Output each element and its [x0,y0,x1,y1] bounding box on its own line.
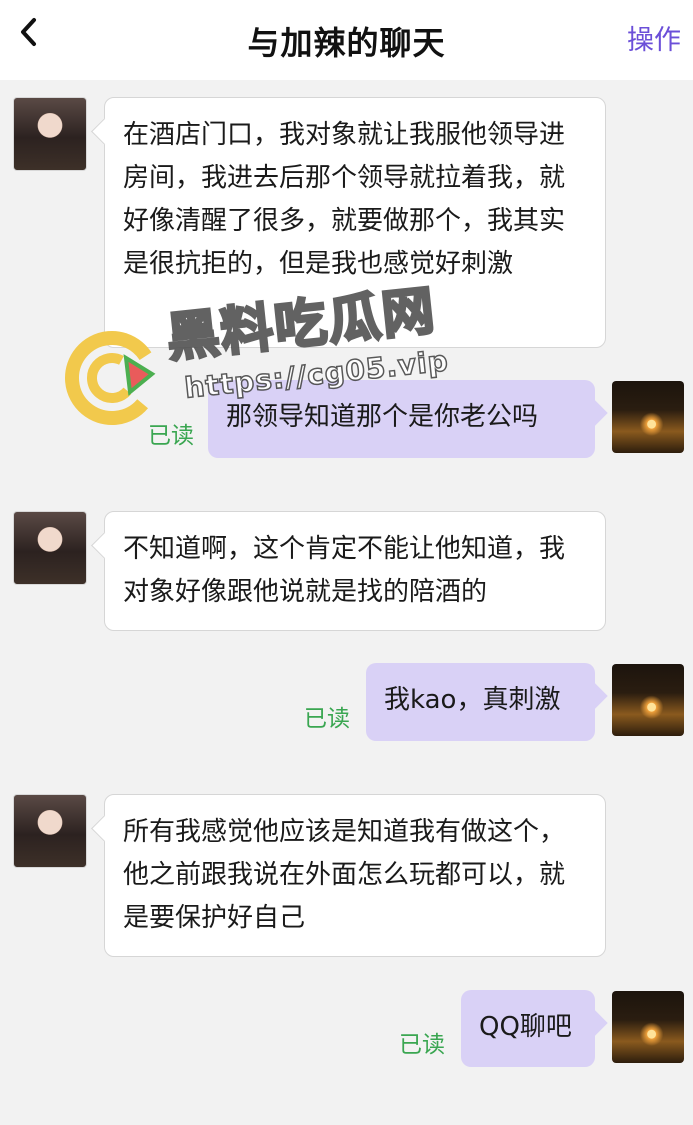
message-bubble-outgoing[interactable]: 我kao，真刺激 [366,663,595,741]
contact-avatar[interactable] [13,794,87,868]
self-avatar[interactable] [612,991,684,1063]
read-status: 已读 [399,1032,445,1058]
chat-header: 与加辣的聊天 操作 [0,0,693,80]
contact-avatar[interactable] [13,511,87,585]
self-avatar[interactable] [612,664,684,736]
message-bubble-incoming[interactable]: 不知道啊，这个肯定不能让他知道，我对象好像跟他说就是找的陪酒的 [104,511,606,631]
read-status: 已读 [304,706,350,732]
self-avatar[interactable] [612,381,684,453]
contact-avatar[interactable] [13,97,87,171]
message-bubble-outgoing[interactable]: QQ聊吧 [461,990,595,1067]
watermark-logo-icon [65,331,159,425]
chat-title: 与加辣的聊天 [247,24,446,62]
operations-button[interactable]: 操作 [627,18,681,57]
message-bubble-incoming[interactable]: 所有我感觉他应该是知道我有做这个，他之前跟我说在外面怎么玩都可以，就是要保护好自… [104,794,606,957]
